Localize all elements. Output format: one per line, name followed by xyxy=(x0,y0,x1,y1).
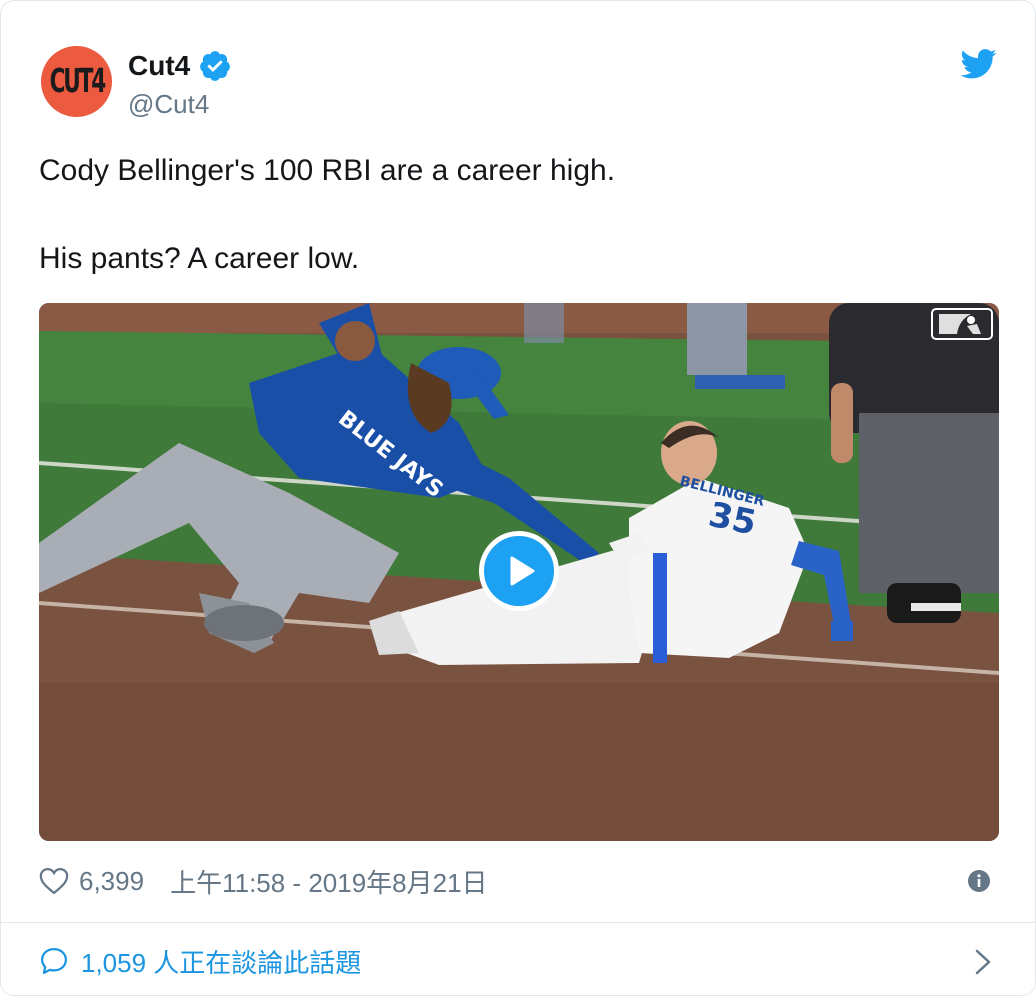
like-count[interactable]: 6,399 xyxy=(79,866,144,897)
info-icon[interactable] xyxy=(967,869,991,893)
heart-icon[interactable] xyxy=(39,867,69,895)
mlb-logo-icon xyxy=(931,308,993,340)
play-button[interactable] xyxy=(479,531,559,611)
timestamp[interactable]: 上午11:58 - 2019年8月21日 xyxy=(170,863,487,900)
twitter-bird-icon[interactable] xyxy=(961,49,997,79)
speech-bubble-icon xyxy=(41,948,67,974)
avatar[interactable]: CUT4 xyxy=(41,46,112,117)
tweet-card: CUT4 Cut4 @Cut4 Cody Bellinger's 100 RBI… xyxy=(0,0,1036,996)
play-icon xyxy=(510,556,535,586)
conversation-label: 1,059 人正在談論此話題 xyxy=(81,947,362,978)
tweet-text: Cody Bellinger's 100 RBI are a career hi… xyxy=(39,154,616,275)
divider xyxy=(1,922,1035,923)
chevron-right-icon xyxy=(975,949,991,975)
video-player[interactable]: BLUE JAYS 35 BELLINGER xyxy=(39,303,999,841)
tweet-meta: 6,399 上午11:58 - 2019年8月21日 xyxy=(39,863,999,899)
verified-badge-icon xyxy=(200,51,231,81)
user-handle[interactable]: @Cut4 xyxy=(128,89,209,120)
name-row: Cut4 xyxy=(128,49,232,83)
avatar-logo-text: CUT4 xyxy=(49,62,106,101)
conversation-link[interactable]: 1,059 人正在談論此話題 xyxy=(39,939,999,983)
display-name[interactable]: Cut4 xyxy=(128,50,190,82)
